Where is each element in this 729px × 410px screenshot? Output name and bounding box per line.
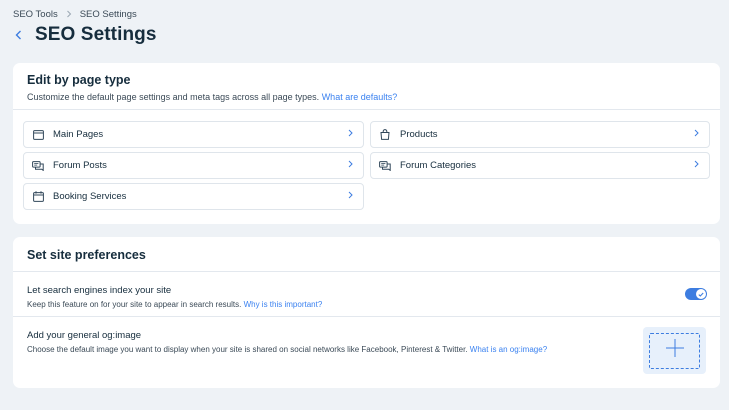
back-arrow-icon[interactable] (13, 25, 23, 45)
what-is-og-image-link[interactable]: What is an og:image? (470, 345, 547, 354)
upload-dropzone (649, 332, 700, 369)
divider (13, 109, 720, 110)
og-image-row: Add your general og:image Choose the def… (27, 330, 547, 354)
what-are-defaults-link[interactable]: What are defaults? (322, 92, 398, 102)
page-type-main-pages[interactable]: Main Pages (23, 121, 364, 148)
divider (13, 316, 720, 317)
plus-icon (665, 339, 684, 362)
breadcrumb-item-seo-tools[interactable]: SEO Tools (13, 9, 58, 20)
page-type-forum-posts[interactable]: Forum Posts (23, 152, 364, 179)
page-type-title: Edit by page type (27, 73, 131, 87)
og-image-description: Choose the default image you want to dis… (27, 345, 548, 354)
og-image-title: Add your general og:image (27, 330, 142, 341)
checkmark-icon (696, 289, 706, 299)
chat-bubbles-icon (32, 160, 44, 172)
why-important-link[interactable]: Why is this important? (244, 300, 323, 309)
index-site-title: Let search engines index your site (27, 285, 172, 296)
site-preferences-card: Set site preferences Let search engines … (13, 237, 720, 388)
browser-window-icon (32, 129, 44, 141)
index-site-toggle[interactable] (685, 288, 707, 300)
page-type-products[interactable]: Products (370, 121, 710, 148)
chevron-right-icon (66, 10, 72, 20)
divider (13, 271, 720, 272)
page-title: SEO Settings (35, 24, 157, 45)
site-preferences-title: Set site preferences (27, 248, 146, 262)
chevron-right-icon (348, 191, 353, 202)
index-site-description: Keep this feature on for your site to ap… (27, 300, 323, 309)
page-type-label: Forum Posts (53, 160, 107, 171)
page-header: SEO Settings (13, 24, 157, 46)
chevron-right-icon (348, 160, 353, 171)
chat-bubbles-icon (379, 160, 391, 172)
chevron-right-icon (348, 129, 353, 140)
breadcrumb-item-seo-settings: SEO Settings (79, 9, 137, 20)
page-type-label: Products (400, 129, 438, 140)
calendar-icon (32, 191, 44, 203)
chevron-right-icon (694, 129, 699, 140)
page-type-description: Customize the default page settings and … (27, 92, 398, 102)
breadcrumb: SEO Tools SEO Settings (13, 9, 137, 20)
page-type-label: Booking Services (53, 191, 127, 202)
shopping-bag-icon (379, 129, 391, 141)
index-site-row: Let search engines index your site Keep … (27, 285, 322, 309)
page-type-card: Edit by page type Customize the default … (13, 63, 720, 224)
page-type-booking-services[interactable]: Booking Services (23, 183, 364, 210)
page-type-label: Main Pages (53, 129, 104, 140)
page-type-label: Forum Categories (400, 160, 477, 171)
og-image-upload[interactable] (643, 327, 706, 374)
page-type-forum-categories[interactable]: Forum Categories (370, 152, 710, 179)
chevron-right-icon (694, 160, 699, 171)
